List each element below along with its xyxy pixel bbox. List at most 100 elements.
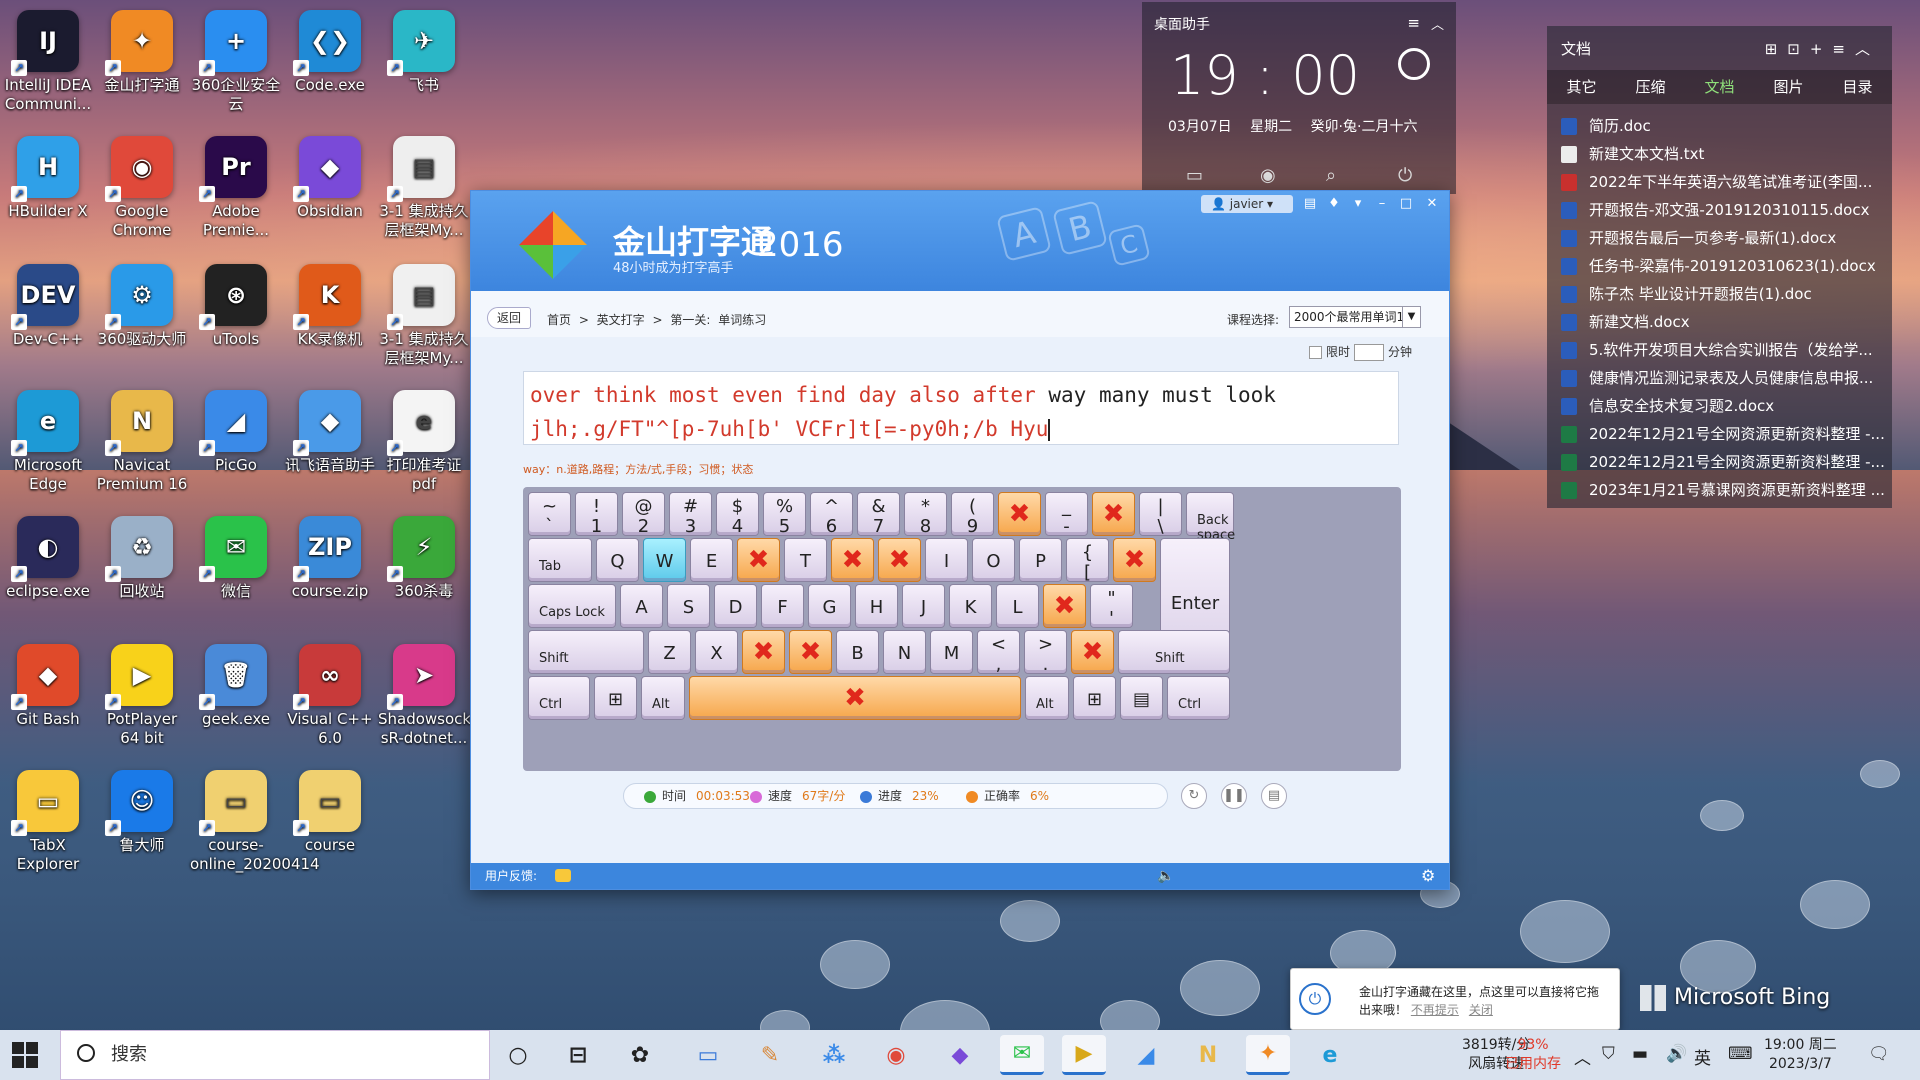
power-icon[interactable]: ⏻	[1398, 165, 1412, 186]
memory-usage[interactable]: 93% 已用内存	[1505, 1036, 1561, 1074]
battery-icon[interactable]: ▬	[1632, 1044, 1648, 1064]
desktop-icon[interactable]: ▭ ↗ course	[284, 764, 376, 882]
desktop-icon[interactable]: H ↗ HBuilder X	[2, 130, 94, 248]
desktop-icon[interactable]: ▤ ↗ 3-1 集成持久层框架My...	[378, 130, 470, 248]
key[interactable]: (9	[951, 492, 994, 537]
desktop-icon[interactable]: Pr ↗ Adobe Premie...	[190, 130, 282, 248]
key[interactable]: G	[808, 584, 851, 628]
task-view-icon[interactable]: ○	[496, 1035, 540, 1075]
key[interactable]: ^ 6	[810, 492, 853, 537]
typing-area[interactable]: over think most even find day also after…	[523, 371, 1399, 445]
desktop-icon[interactable]: K ↗ KK录像机	[284, 258, 376, 376]
key[interactable]: Z	[648, 630, 691, 674]
task-view-icon[interactable]: ⊟	[556, 1035, 600, 1075]
key[interactable]	[831, 538, 874, 582]
skin-icon[interactable]: ▤	[1299, 195, 1321, 213]
picgo-icon[interactable]: ◢	[1124, 1035, 1168, 1075]
key[interactable]: #3	[669, 492, 712, 537]
speaker-icon[interactable]: 🔈	[1157, 863, 1174, 889]
back-button[interactable]: 返回	[487, 307, 531, 329]
search-icon[interactable]: ⌕	[1326, 165, 1336, 186]
key[interactable]: X	[695, 630, 738, 674]
desktop-icon[interactable]: ⊛ ↗ uTools	[190, 258, 282, 376]
key[interactable]	[789, 630, 832, 674]
ctrl-right-key[interactable]: Ctrl	[1167, 676, 1230, 720]
taskbar-search[interactable]: 搜索	[60, 1030, 490, 1080]
nodes-icon[interactable]: ⁂	[812, 1035, 856, 1075]
key[interactable]: B	[836, 630, 879, 674]
key[interactable]: | \	[1139, 492, 1182, 537]
desktop-icon[interactable]: ☺ ↗ 鲁大师	[96, 764, 188, 882]
input-method[interactable]: 英	[1694, 1044, 1711, 1069]
windows-key[interactable]: ⊞	[594, 676, 637, 720]
key[interactable]: D	[714, 584, 757, 628]
panel-tab[interactable]: 文档	[1685, 70, 1754, 104]
alt-left-key[interactable]: Alt	[641, 676, 685, 720]
key[interactable]: @2	[622, 492, 665, 537]
desktop-icon[interactable]: 🗑 ↗ geek.exe	[190, 638, 282, 756]
panel-tab[interactable]: 其它	[1547, 70, 1616, 104]
desktop-icon[interactable]: ◢ ↗ PicGo	[190, 384, 282, 502]
key[interactable]: E	[690, 538, 733, 582]
pinwheel-icon[interactable]: ✿	[618, 1035, 662, 1075]
obsidian-icon[interactable]: ◆	[938, 1035, 982, 1075]
restart-icon[interactable]: ↻	[1181, 783, 1207, 809]
desktop-icon[interactable]: ❮❯ ↗ Code.exe	[284, 4, 376, 122]
minimize-icon[interactable]: –	[1371, 195, 1393, 213]
maximize-icon[interactable]: □	[1395, 195, 1417, 213]
key[interactable]	[737, 538, 780, 582]
report-icon[interactable]: ▤	[1261, 783, 1287, 809]
typing-app-icon[interactable]: ✦	[1246, 1035, 1290, 1075]
notification-center-icon[interactable]: 🗨	[1868, 1044, 1890, 1064]
desktop-icon[interactable]: ◆ ↗ Git Bash	[2, 638, 94, 756]
key[interactable]: P	[1019, 538, 1062, 582]
file-list-item[interactable]: 2022年下半年英语六级笔试准考证(李国...	[1557, 168, 1887, 196]
desktop-icon[interactable]: ▤ ↗ 3-1 集成持久层框架My...	[378, 258, 470, 376]
chat-icon[interactable]	[555, 869, 571, 882]
ctrl-left-key[interactable]: Ctrl	[528, 676, 590, 720]
key[interactable]: I	[925, 538, 968, 582]
time-limit-input[interactable]	[1354, 344, 1385, 361]
desktop-icon[interactable]: ⚙ ↗ 360驱动大师	[96, 258, 188, 376]
desktop-icon[interactable]: e ↗ 打印准考证pdf	[378, 384, 470, 502]
monitor-icon[interactable]: ▭	[1186, 165, 1203, 186]
desktop-icon[interactable]: + ↗ 360企业安全云	[190, 4, 282, 122]
windows-start-icon[interactable]	[12, 1042, 38, 1068]
menu-icon[interactable]: ▾	[1347, 195, 1369, 213]
file-list-item[interactable]: 健康情况监测记录表及人员健康信息申报...	[1557, 364, 1887, 392]
key[interactable]	[1092, 492, 1135, 536]
file-list-item[interactable]: 简历.doc	[1557, 112, 1887, 140]
potplayer-icon[interactable]: ▶	[1062, 1035, 1106, 1075]
tab-key[interactable]: Tab	[528, 538, 592, 582]
key[interactable]: O	[972, 538, 1015, 582]
dont-show-link[interactable]: 不再提示	[1411, 1003, 1459, 1017]
desktop-icon[interactable]: ✉ ↗ 微信	[190, 510, 282, 628]
desktop-icon[interactable]: ▭ ↗ TabX Explorer	[2, 764, 94, 882]
file-list-item[interactable]: 信息安全技术复习题2.docx	[1557, 392, 1887, 420]
key[interactable]	[1113, 538, 1156, 582]
paint-icon[interactable]: ✎	[748, 1035, 792, 1075]
chevron-down-icon[interactable]: ▼	[1402, 307, 1420, 327]
key[interactable]: H	[855, 584, 898, 628]
space-key[interactable]	[689, 676, 1021, 720]
desktop-icon[interactable]: ▶ ↗ PotPlayer 64 bit	[96, 638, 188, 756]
key[interactable]: F	[761, 584, 804, 628]
desktop-icon[interactable]: ◆ ↗ Obsidian	[284, 130, 376, 248]
key[interactable]: S	[667, 584, 710, 628]
key[interactable]: <,	[977, 630, 1020, 675]
desktop-icon[interactable]: DEV ↗ Dev-C++	[2, 258, 94, 376]
navicat-icon[interactable]: N	[1186, 1035, 1230, 1075]
desktop-icon[interactable]: ZIP ↗ course.zip	[284, 510, 376, 628]
desktop-icon[interactable]: IJ ↗ IntelliJ IDEA Communi...	[2, 4, 94, 122]
key[interactable]: J	[902, 584, 945, 628]
typed-line[interactable]: jlh;.g/FT"^[p-7uh[b' VCFr]t[=-py0h;/b Hy…	[530, 412, 1392, 446]
shift-right-key[interactable]: Shift	[1118, 630, 1230, 674]
chrome-icon[interactable]: ◉	[874, 1035, 918, 1075]
close-icon[interactable]: ✕	[1421, 195, 1443, 213]
key[interactable]	[1043, 584, 1086, 628]
taskbar-clock[interactable]: 19:00 周二 2023/3/7	[1764, 1036, 1837, 1074]
eye-icon[interactable]: ◉	[1260, 165, 1276, 186]
user-menu[interactable]: 👤 javier ▾	[1201, 195, 1293, 213]
key[interactable]	[998, 492, 1041, 536]
alt-right-key[interactable]: Alt	[1025, 676, 1069, 720]
